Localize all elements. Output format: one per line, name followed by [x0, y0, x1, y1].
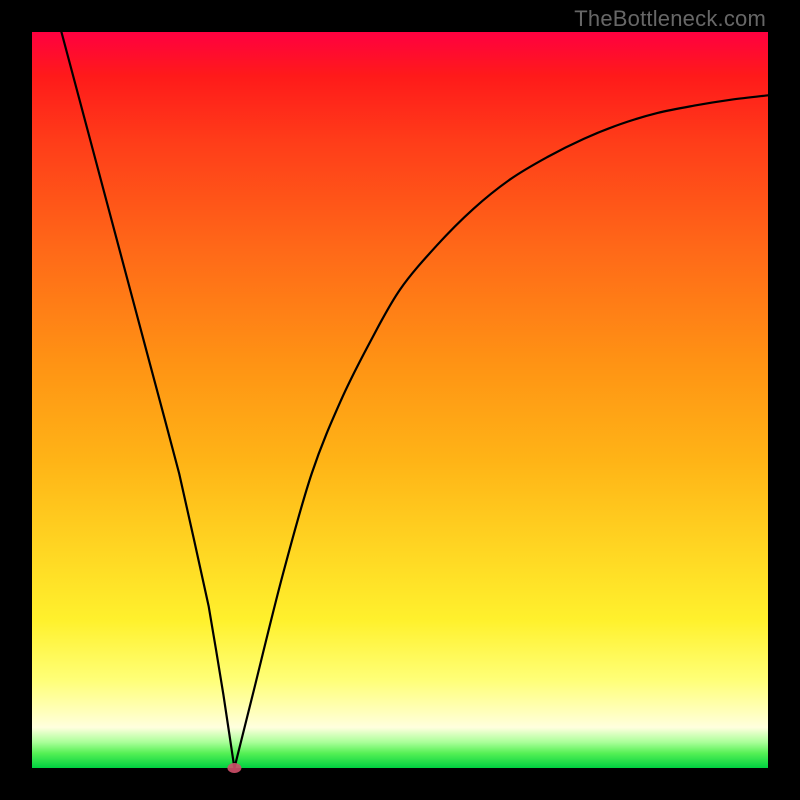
- curve-min-marker: [227, 763, 241, 773]
- chart-container: TheBottleneck.com: [0, 0, 800, 800]
- plot-area: [32, 32, 768, 768]
- bottleneck-curve: [61, 32, 768, 768]
- watermark-text: TheBottleneck.com: [574, 6, 766, 32]
- curve-svg: [32, 32, 768, 768]
